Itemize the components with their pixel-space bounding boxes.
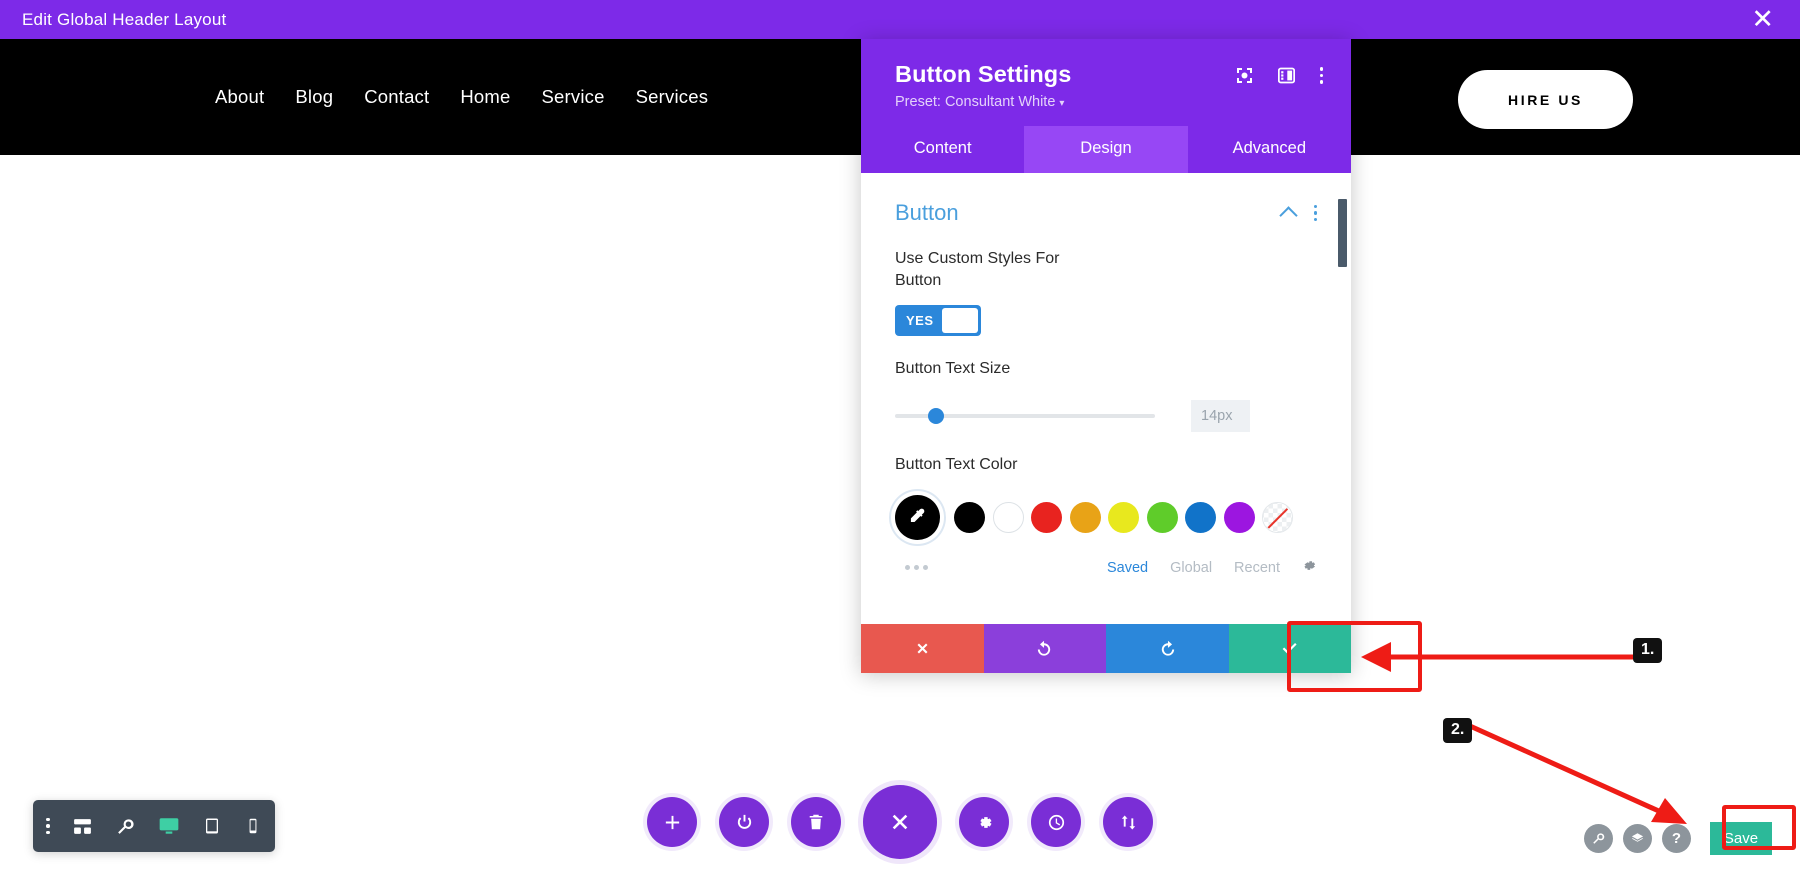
tab-advanced[interactable]: Advanced [1188,126,1351,173]
settings-gear-icon[interactable] [959,797,1009,847]
swatch-purple[interactable] [1223,502,1255,534]
chevron-up-icon[interactable] [1278,205,1298,225]
nav-item-service[interactable]: Service [542,86,605,108]
edit-layout-topbar: Edit Global Header Layout ✕ [0,0,1800,39]
history-clock-icon[interactable] [1031,797,1081,847]
swatch-orange[interactable] [1069,502,1101,534]
more-options-icon[interactable] [1319,67,1323,84]
eyedropper-swatch[interactable] [895,495,940,541]
save-button[interactable]: Save [1710,822,1772,855]
preset-selector[interactable]: Preset: Consultant White ▾ [895,94,1317,110]
swatch-tab-recent[interactable]: Recent [1234,560,1280,576]
text-size-slider-row: 14px [895,400,1317,433]
button-section-header: Button [861,173,1351,226]
focus-target-icon[interactable] [1236,67,1253,84]
text-size-field: Button Text Size 14px [861,358,1351,433]
toolbar-more-icon[interactable] [46,817,50,835]
builder-screen: Edit Global Header Layout ✕ About Blog C… [0,0,1800,885]
text-color-field: Button Text Color Saved Global Recent [861,454,1351,577]
modal-header-icons [1236,67,1323,84]
toggle-knob [941,308,978,334]
wireframe-view-icon[interactable] [72,816,93,837]
annotation-badge-1: 1. [1633,638,1663,663]
nav-item-blog[interactable]: Blog [295,86,333,108]
swatch-green[interactable] [1146,502,1178,534]
undo-button[interactable] [983,624,1106,673]
nav-item-home[interactable]: Home [460,86,510,108]
section-title: Button [895,200,959,225]
section-more-options-icon[interactable] [1313,204,1317,222]
panel-layout-icon[interactable] [1277,67,1295,84]
swatch-tab-saved[interactable]: Saved [1107,560,1148,576]
swatch-blue[interactable] [1185,502,1216,534]
swatch-footer: Saved Global Recent [895,558,1317,577]
chevron-down-icon: ▾ [1059,98,1065,109]
swatch-yellow[interactable] [1108,502,1139,534]
text-size-label: Button Text Size [895,360,1011,378]
slider-handle[interactable] [928,408,944,425]
section-controls [1278,204,1317,225]
modal-action-bar [861,624,1351,673]
page-title: Edit Global Header Layout [22,9,227,29]
swatch-white[interactable] [992,502,1024,534]
nav-item-about[interactable]: About [215,86,264,108]
annotation-arrow-1 [1361,642,1643,672]
swatch-tab-global[interactable]: Global [1170,560,1212,576]
annotation-arrow-2 [1468,723,1687,824]
gear-icon[interactable] [1302,558,1317,577]
annotation-badge-2: 2. [1443,718,1473,743]
scrollbar-thumb[interactable] [1338,199,1347,267]
tablet-view-icon[interactable] [202,816,222,836]
swatch-tab-list: Saved Global Recent [1107,558,1317,577]
toggle-value-label: YES [906,313,934,329]
swatch-black[interactable] [954,502,985,534]
portability-icon[interactable] [1103,797,1153,847]
ellipsis-icon[interactable] [895,565,928,571]
cancel-button[interactable] [861,624,984,673]
tab-content[interactable]: Content [861,126,1024,173]
color-swatch-list [895,495,1317,541]
desktop-view-icon[interactable] [158,815,180,837]
close-icon[interactable]: ✕ [1747,6,1778,33]
text-size-slider[interactable] [895,407,1155,425]
modal-header: Button Settings Preset: Consultant White… [861,39,1351,126]
swatch-transparent[interactable] [1262,502,1293,534]
redo-button[interactable] [1106,624,1229,673]
primary-nav: About Blog Contact Home Service Services [215,86,708,108]
swatch-red[interactable] [1031,502,1062,534]
phone-view-icon[interactable] [244,816,262,836]
nav-item-services[interactable]: Services [636,86,709,108]
save-changes-button[interactable] [1228,624,1351,673]
zoom-out-view-icon[interactable] [115,816,136,837]
button-settings-modal: Button Settings Preset: Consultant White… [861,39,1351,673]
custom-styles-toggle[interactable]: YES [895,305,981,337]
text-size-input[interactable]: 14px [1191,400,1250,433]
viewport-toolbar [33,800,275,852]
text-color-label: Button Text Color [895,456,1018,474]
add-icon[interactable] [647,797,697,847]
close-menu-icon[interactable] [863,785,937,859]
preset-label: Preset: Consultant White [895,94,1056,110]
trash-icon[interactable] [791,797,841,847]
builder-main-toolbar [647,785,1153,859]
nav-item-contact[interactable]: Contact [364,86,429,108]
tab-design[interactable]: Design [1024,126,1188,173]
custom-styles-label: Use Custom Styles For Button [895,250,1060,290]
hire-us-button[interactable]: HIRE US [1458,70,1633,129]
modal-body: Button Use Custom Styles For Button YES … [861,173,1351,624]
modal-tabs: Content Design Advanced [861,126,1351,173]
power-icon[interactable] [719,797,769,847]
custom-styles-field: Use Custom Styles For Button YES [861,248,1351,337]
